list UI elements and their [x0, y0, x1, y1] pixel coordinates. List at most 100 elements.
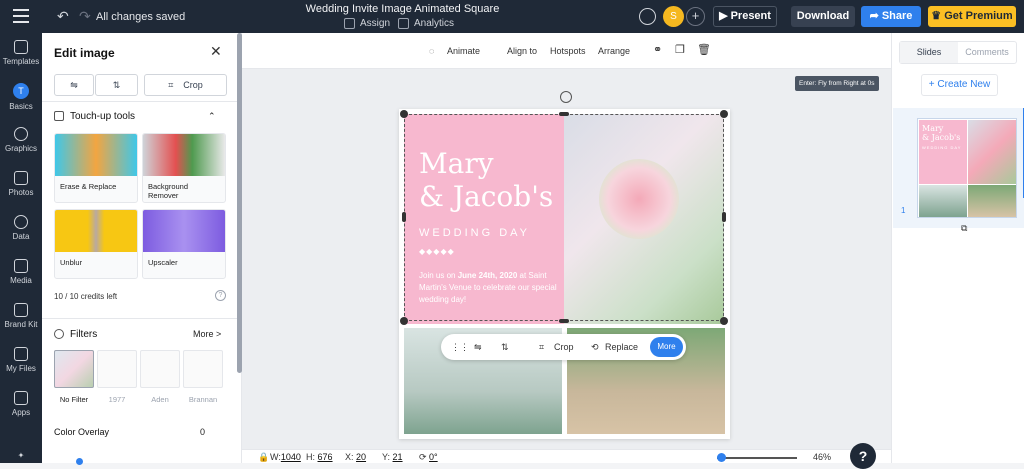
close-icon[interactable]: ✕: [210, 43, 222, 60]
flip-horizontal-icon[interactable]: ⇋: [474, 342, 482, 353]
rail-item-my-files[interactable]: My Files: [0, 347, 42, 373]
color-overlay-slider[interactable]: [76, 458, 83, 465]
credits-text: 10 / 10 credits left: [54, 292, 118, 301]
help-icon[interactable]: ?: [215, 290, 226, 301]
filters-section-header: Filters: [54, 329, 97, 340]
menu-icon[interactable]: [13, 9, 29, 23]
create-new-button[interactable]: + Create New: [921, 74, 998, 96]
arrange-button[interactable]: Arrange: [598, 46, 630, 56]
resize-handle[interactable]: [722, 212, 726, 222]
resize-handle[interactable]: [400, 110, 408, 118]
filter-no-filter[interactable]: No Filter: [54, 350, 94, 404]
help-button[interactable]: ?: [850, 443, 876, 469]
document-title[interactable]: Wedding Invite Image Animated Square: [280, 3, 525, 15]
analytics-icon: [398, 18, 410, 29]
height-readout[interactable]: H: 676: [306, 452, 333, 462]
width-label: W:: [270, 452, 281, 462]
rail-item-photos[interactable]: Photos: [0, 171, 42, 197]
redo-icon[interactable]: ↷: [79, 8, 91, 25]
filters-title: Filters: [70, 329, 98, 340]
tool-card-unblur[interactable]: Unblur: [54, 209, 138, 279]
present-label: Present: [730, 10, 771, 22]
drag-handle-icon[interactable]: ⋮⋮: [451, 342, 469, 353]
rail-item-media[interactable]: Media: [0, 259, 42, 285]
floating-crop-button[interactable]: Crop: [554, 342, 574, 352]
trash-icon[interactable]: 🗑: [697, 43, 711, 56]
more-button[interactable]: More: [650, 337, 683, 357]
assign-link[interactable]: Assign: [344, 18, 390, 29]
touchup-title: Touch-up tools: [70, 111, 136, 122]
save-status: All changes saved: [96, 11, 186, 23]
rail-item-data[interactable]: Data: [0, 215, 42, 241]
comment-icon[interactable]: [639, 8, 656, 25]
divider: [42, 101, 242, 102]
tab-comments[interactable]: Comments: [958, 42, 1016, 63]
touchup-section-header[interactable]: Touch-up tools: [54, 111, 135, 122]
document-meta: Assign Analytics: [344, 18, 454, 29]
tool-card-background-remover[interactable]: Background Remover: [142, 133, 226, 203]
chevron-up-icon[interactable]: ⌃: [208, 111, 216, 122]
duplicate-icon[interactable]: ❐: [675, 43, 685, 56]
rotation-readout[interactable]: ⟳ 0°: [419, 452, 438, 463]
hotspots-button[interactable]: Hotspots: [550, 46, 586, 56]
slides-tabs: Slides Comments: [899, 41, 1017, 64]
chart-icon: [14, 215, 28, 229]
rail-label: Basics: [9, 102, 33, 111]
filter-brannan[interactable]: Brannan: [183, 350, 223, 404]
tool-card-upscaler[interactable]: Upscaler: [142, 209, 226, 279]
touchup-icon: [54, 111, 64, 122]
filter-thumbnail: [140, 350, 180, 388]
resize-handle[interactable]: [402, 212, 406, 222]
replace-button[interactable]: Replace: [605, 342, 638, 352]
zoom-slider[interactable]: [717, 457, 797, 459]
flip-vertical-icon[interactable]: ⇅: [501, 342, 509, 353]
resize-handle[interactable]: [559, 112, 569, 116]
download-button[interactable]: Download: [791, 6, 855, 27]
y-readout[interactable]: Y: 21: [382, 452, 403, 462]
lock-icon[interactable]: 🔒: [258, 452, 269, 463]
animate-icon: ◌: [429, 46, 435, 56]
crop-icon: ⌗: [168, 80, 174, 90]
animate-button[interactable]: Animate: [447, 46, 480, 56]
assign-label: Assign: [360, 18, 391, 30]
flip-horizontal-button[interactable]: ⇋: [54, 74, 94, 96]
rail-item-graphics[interactable]: Graphics: [0, 127, 42, 153]
present-button[interactable]: ▶ Present: [713, 6, 777, 27]
resize-handle[interactable]: [720, 317, 728, 325]
tab-slides[interactable]: Slides: [900, 42, 958, 63]
x-readout[interactable]: X: 20: [345, 452, 366, 462]
resize-handle[interactable]: [559, 319, 569, 323]
tool-card-erase-replace[interactable]: Erase & Replace: [54, 133, 138, 203]
animation-tag: Enter: Fly from Right at 0s: [795, 76, 879, 91]
status-bar: 🔒 W:1040 H: 676 X: 20 Y: 21 ⟳ 0° 46%: [242, 449, 891, 463]
rail-item-apps[interactable]: Apps: [0, 391, 42, 417]
width-readout[interactable]: W:1040: [270, 452, 301, 462]
rotate-handle-icon[interactable]: [560, 91, 572, 103]
link-icon[interactable]: ⚭: [653, 43, 662, 56]
magic-icon[interactable]: ✦: [0, 451, 42, 460]
filters-more-link[interactable]: More >: [193, 329, 221, 339]
zoom-slider-knob[interactable]: [717, 453, 726, 462]
thumb-pink-panel: Mary & Jacob's WEDDING DAY: [919, 120, 967, 184]
avatar[interactable]: S: [663, 6, 684, 27]
tool-label: Upscaler: [148, 258, 178, 267]
x-label: X:: [345, 452, 354, 462]
share-button[interactable]: ➦ Share: [861, 6, 921, 27]
undo-icon[interactable]: ↶: [57, 8, 69, 25]
crop-button[interactable]: ⌗ Crop: [144, 74, 227, 96]
flip-vertical-button[interactable]: ⇅: [95, 74, 138, 96]
analytics-link[interactable]: Analytics: [398, 18, 454, 29]
rail-item-templates[interactable]: Templates: [0, 40, 42, 66]
get-premium-button[interactable]: ♛ Get Premium: [928, 6, 1016, 27]
slide-thumbnail[interactable]: Mary & Jacob's WEDDING DAY: [917, 118, 1017, 218]
align-to-button[interactable]: Align to: [507, 46, 537, 56]
canvas-toolbar: ◌ Animate Align to Hotspots Arrange ⚭ ❐ …: [242, 33, 891, 69]
resize-handle[interactable]: [400, 317, 408, 325]
rail-item-brand-kit[interactable]: Brand Kit: [0, 303, 42, 329]
resize-handle[interactable]: [720, 110, 728, 118]
add-collaborator-icon[interactable]: +: [686, 7, 705, 26]
rail-item-basics[interactable]: T Basics: [0, 83, 42, 111]
filter-aden[interactable]: Aden: [140, 350, 180, 404]
filter-1977[interactable]: 1977: [97, 350, 137, 404]
slide-options-icon[interactable]: ⧉: [961, 223, 967, 234]
